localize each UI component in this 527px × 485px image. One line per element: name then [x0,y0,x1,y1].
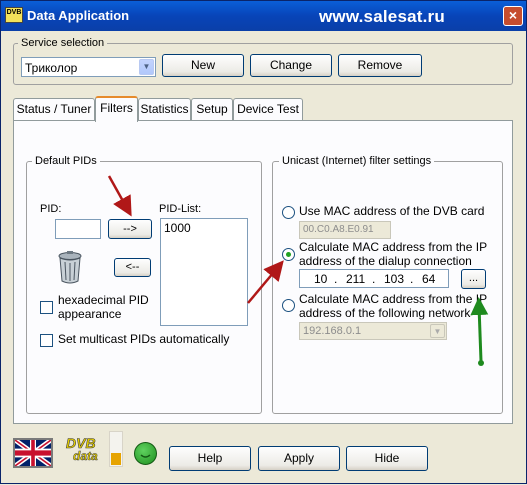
radio-dialup[interactable] [282,248,295,261]
apply-button[interactable]: Apply [258,446,340,471]
new-button[interactable]: New [162,54,244,77]
ip-octet-3: 103 [384,272,405,286]
hide-button[interactable]: Hide [346,446,428,471]
hex-pid-label-2: appearance [58,307,122,321]
change-button[interactable]: Change [250,54,332,77]
default-pids-legend: Default PIDs [32,155,100,167]
window-title: Data Application [27,8,130,23]
tab-filters[interactable]: Filters [95,96,138,122]
ip-octet-1: 10 [314,272,328,286]
tab-status-tuner[interactable]: Status / Tuner [13,98,95,120]
dvb-data-logo: DVB data [65,435,103,465]
ip-dot: . [334,272,338,286]
network-card-select: 192.168.0.1 ▼ [299,322,447,340]
ip-octet-4: 64 [422,272,436,286]
signal-level-bar [109,431,123,467]
pid-input[interactable] [55,219,101,239]
mac-address-value: 00.C0.A8.E0.91 [303,224,374,235]
pid-list-box[interactable]: 1000 [160,218,248,326]
use-mac-label: Use MAC address of the DVB card [299,204,485,218]
service-select-value: Триколор [25,61,78,75]
browse-button[interactable]: ... [461,269,486,289]
chevron-down-icon: ▼ [430,324,445,338]
hex-pid-checkbox[interactable] [40,301,53,314]
signal-level-fill [111,453,121,465]
service-selection-legend: Service selection [18,37,108,49]
add-pid-button[interactable]: --> [108,219,152,239]
logo-text-data: data [73,449,98,464]
ip-address-field[interactable]: 10 . 211 . 103 . 64 [299,269,449,288]
remove-button[interactable]: Remove [338,54,422,77]
chevron-down-icon[interactable]: ▼ [139,59,154,75]
multicast-checkbox[interactable] [40,334,53,347]
app-icon: DVB [5,7,23,23]
pid-list-label: PID-List: [159,203,202,215]
uk-flag-icon[interactable] [13,437,53,469]
pid-label: PID: [40,203,62,215]
radio-use-mac[interactable] [282,206,295,219]
multicast-label: Set multicast PIDs automatically [58,332,230,346]
status-indicator-icon [134,442,157,465]
dialup-label-2: address of the dialup connection [299,254,472,268]
ip-dot: . [410,272,414,286]
pid-list-item[interactable]: 1000 [164,221,191,235]
title-bar[interactable]: DVB Data Application www.salesat.ru × [1,1,526,31]
close-button[interactable]: × [503,6,523,26]
dialup-label-1: Calculate MAC address from the IP [299,240,488,254]
remove-pid-button[interactable]: <-- [114,258,151,277]
unicast-legend: Unicast (Internet) filter settings [279,155,435,167]
mac-address-field: 00.C0.A8.E0.91 [299,221,391,239]
network-card-label-2: address of the following network card [299,307,473,320]
tab-device-test[interactable]: Device Test [233,98,303,120]
application-window: DVB Data Application www.salesat.ru × Se… [0,0,527,484]
watermark: www.salesat.ru [319,7,445,26]
hex-pid-label-1: hexadecimal PID [58,293,149,307]
service-select[interactable]: Триколор ▼ [21,57,156,77]
tab-setup[interactable]: Setup [191,98,233,120]
network-card-value: 192.168.0.1 [303,325,362,337]
ip-dot: . [372,272,376,286]
tab-statistics[interactable]: Statistics [138,98,191,120]
help-button[interactable]: Help [169,446,251,471]
trash-icon[interactable] [57,251,83,285]
ip-octet-2: 211 [346,272,366,286]
radio-network-card[interactable] [282,299,295,312]
network-card-label-1: Calculate MAC address from the IP [299,292,488,306]
